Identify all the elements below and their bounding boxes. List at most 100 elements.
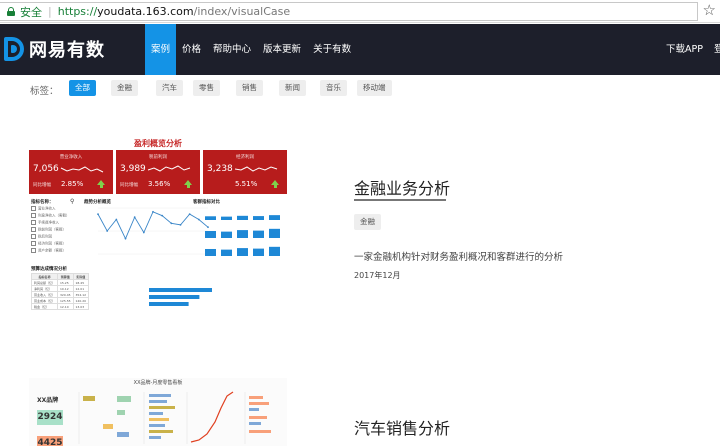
tag-finance[interactable]: 金融 <box>111 80 138 96</box>
trend-point <box>106 230 109 232</box>
trend-point <box>97 213 99 216</box>
case-thumbnail-auto[interactable]: XX品牌-月度零售看板 XX品牌 2924 4425 <box>29 378 287 446</box>
brand-name: 网易有数 <box>29 40 105 61</box>
nav-item-help[interactable]: 帮助中心 <box>207 24 257 75</box>
kpi-card: 税前利润 3,989 同比增幅 3.56% <box>116 150 200 194</box>
filter-option: 手续费净收入 <box>31 220 75 225</box>
nav-item-updates[interactable]: 版本更新 <box>257 24 307 75</box>
trend-point <box>170 222 173 225</box>
filter-option: 税前利润（客群） <box>31 227 75 232</box>
auto-dashboard-preview <box>78 391 271 444</box>
trend-point <box>152 210 154 213</box>
nav-item-pricing[interactable]: 价格 <box>176 24 207 75</box>
top-nav: 网易有数 案例 价格 帮助中心 版本更新 关于有数 下载APP 登 <box>0 24 720 75</box>
budget-bar <box>149 288 212 292</box>
trend-line-chart <box>97 207 209 255</box>
segment-bar <box>269 215 280 220</box>
lock-icon <box>7 7 15 16</box>
trend-point <box>161 214 164 217</box>
kpi-box: 2924 <box>37 410 63 425</box>
table-row: 税金（亿） 12.10 13.03 <box>30 303 89 310</box>
up-arrow-icon <box>184 180 192 188</box>
bookmark-star-icon[interactable]: ☆ <box>703 1 716 19</box>
tag-news[interactable]: 新闻 <box>279 80 306 96</box>
trend-point <box>142 231 145 234</box>
url-field[interactable]: 安全 | https://youdata.163.com/index/visua… <box>0 2 698 21</box>
filter-option: 利息净收入（客群） <box>31 213 75 218</box>
filter-option: 税后利润 <box>31 234 75 239</box>
table-cell: 13.03 <box>72 303 89 310</box>
thumbnail-title: 盈利概览分析 <box>134 139 182 148</box>
tag-retail[interactable]: 零售 <box>193 80 220 96</box>
case-description: 一家金融机构针对财务盈利概况和客群进行的分析 <box>354 252 564 263</box>
kpi-sparkline <box>147 165 191 172</box>
segment-bar <box>205 230 216 238</box>
case-thumbnail-finance[interactable]: 盈利概览分析 营业净收入 7,056 同比增幅 2.85% 税前利润 3,989… <box>29 138 287 315</box>
kpi-card: 经济利润 3,238 5.51% <box>203 150 287 194</box>
case-title-finance[interactable]: 金融业务分析 <box>354 175 450 199</box>
table-cell: 12.10 <box>57 303 74 310</box>
logo-d-icon <box>4 37 24 61</box>
tag-mobile[interactable]: 移动端 <box>357 80 392 96</box>
segment-bar <box>205 248 216 256</box>
url-path: /index/visualCase <box>193 5 291 18</box>
up-arrow-icon <box>271 180 279 188</box>
case-title-auto[interactable]: 汽车销售分析 <box>354 415 450 439</box>
kpi-sub: 同比增幅 <box>33 183 51 188</box>
kpi-label: 经济利润 <box>236 155 254 160</box>
segment-bar <box>221 249 232 256</box>
url-separator: | <box>48 5 52 18</box>
trend-point <box>115 218 118 221</box>
case-tag-finance[interactable]: 金融 <box>354 214 381 230</box>
segment-bar <box>253 230 264 238</box>
kpi-sub: 同比增幅 <box>120 183 138 188</box>
nav-menu: 案例 价格 帮助中心 版本更新 关于有数 <box>145 24 357 75</box>
kpi-value: 7,056 <box>33 164 59 174</box>
segment-bar <box>237 215 248 220</box>
segment-bar <box>237 248 248 256</box>
brand-logo[interactable]: 网易有数 <box>4 36 105 62</box>
url-scheme: https:// <box>57 5 98 18</box>
filter-option: 营业净收入 <box>31 206 75 211</box>
segment-bar <box>253 248 264 256</box>
kpi-pct: 5.51% <box>235 180 258 188</box>
trend-point <box>197 218 200 221</box>
kpi-pct: 3.56% <box>148 180 171 188</box>
magnifier-icon: ⚲ <box>70 198 75 205</box>
trend-point <box>188 213 191 216</box>
segment-bar <box>253 216 264 220</box>
kpi-pct: 2.85% <box>61 180 84 188</box>
kpi-sparkline <box>234 166 278 172</box>
kpi-card: 营业净收入 7,056 同比增幅 2.85% <box>29 150 113 194</box>
kpi-value: 3,238 <box>207 164 233 174</box>
filter-option: 经济利润（客群） <box>31 241 75 246</box>
login-link-cut[interactable]: 登 <box>714 24 720 75</box>
brand-label: XX品牌 <box>37 397 59 404</box>
url-host: youdata.163.com <box>97 5 194 18</box>
download-app-link[interactable]: 下载APP <box>666 24 703 75</box>
segment-bar-chart <box>205 215 280 256</box>
segment-bar <box>221 231 232 238</box>
tag-sales[interactable]: 销售 <box>236 80 263 96</box>
tag-all[interactable]: 全部 <box>69 80 96 96</box>
filter-panel-title: 指标名称： <box>31 200 54 205</box>
budget-table: 指标名称 预算值 实际值 利润总额（亿） 15.25 18.45 净利润（亿） … <box>30 273 89 310</box>
case-title-underline <box>354 199 446 201</box>
tags-label: 标签： <box>30 86 59 97</box>
up-arrow-icon <box>97 180 105 188</box>
budget-bar <box>149 302 189 306</box>
tag-music[interactable]: 音乐 <box>320 80 347 96</box>
tag-auto[interactable]: 汽车 <box>156 80 183 96</box>
kpi-sparkline <box>60 166 104 173</box>
segment-bar <box>205 216 216 220</box>
segment-bar <box>221 216 232 220</box>
filter-option: 资产余额（客群） <box>31 248 75 253</box>
nav-item-cases[interactable]: 案例 <box>145 24 177 75</box>
nav-item-about[interactable]: 关于有数 <box>307 24 357 75</box>
kpi-label: 税前利润 <box>149 155 167 160</box>
trend-line <box>97 211 209 240</box>
secure-label: 安全 <box>20 5 42 19</box>
trend-point <box>124 237 127 240</box>
trend-point <box>133 216 136 219</box>
trend-point <box>179 223 182 226</box>
